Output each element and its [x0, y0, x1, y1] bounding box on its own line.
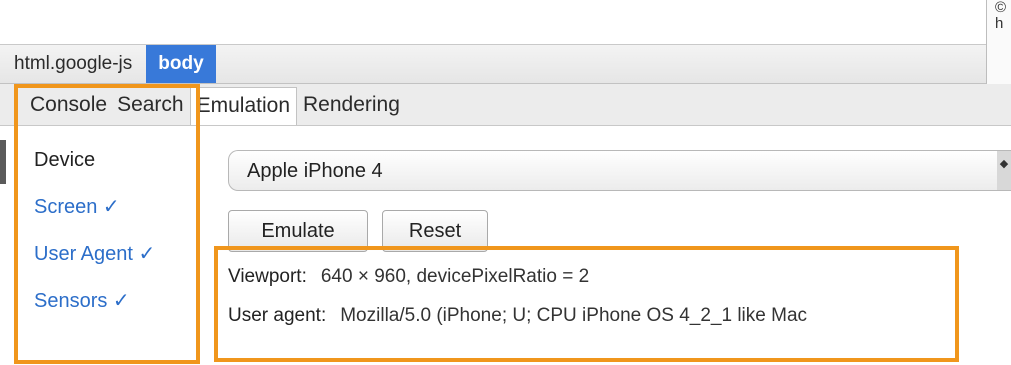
breadcrumb-item-html[interactable]: html.google-js [0, 45, 146, 83]
top-right-line-1: © [995, 0, 1007, 16]
device-select[interactable]: Apple iPhone 4 ◆ [228, 150, 1011, 191]
breadcrumb-item-body[interactable]: body [146, 45, 216, 83]
tab-rendering[interactable]: Rendering [299, 87, 404, 125]
select-arrows-glyph: ◆ [999, 158, 1009, 170]
top-right-line-2: h [995, 15, 1004, 32]
top-right-panel: © h [986, 0, 1011, 88]
select-arrows-icon[interactable]: ◆ [997, 151, 1011, 190]
panel-edge-marker [0, 140, 6, 184]
highlight-box-info [214, 246, 959, 362]
breadcrumb: html.google-js body [0, 44, 986, 84]
device-select-value: Apple iPhone 4 [247, 160, 383, 182]
top-strip [0, 0, 1011, 44]
tab-emulation[interactable]: Emulation [189, 87, 297, 125]
highlight-box-sidebar [14, 84, 200, 364]
